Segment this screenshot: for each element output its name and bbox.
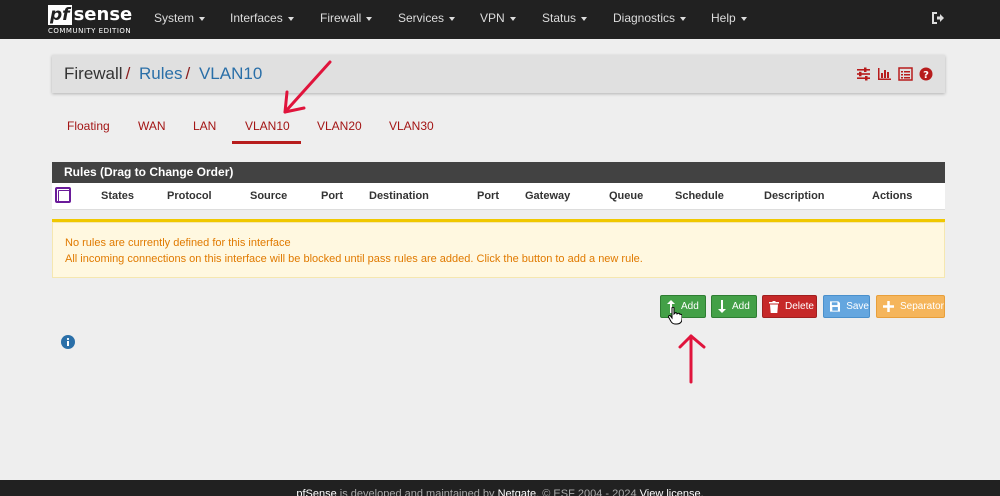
nav-diagnostics[interactable]: Diagnostics — [613, 11, 687, 25]
caret-down-icon — [581, 16, 588, 21]
sliders-icon[interactable] — [856, 67, 871, 81]
col-actions: Actions — [872, 190, 913, 202]
footer-text-1: is developed and maintained by — [336, 488, 498, 496]
breadcrumb: Firewall / Rules / VLAN10 — [64, 64, 262, 84]
footer-license-link[interactable]: View license. — [640, 488, 704, 496]
floppy-disk-icon — [830, 301, 841, 312]
logo-subtitle: COMMUNITY EDITION — [48, 27, 132, 35]
caret-down-icon — [199, 16, 206, 21]
caret-down-icon — [680, 16, 687, 21]
caret-down-icon — [509, 16, 516, 21]
arrow-down-icon — [718, 300, 726, 313]
delete-label: Delete — [785, 301, 814, 312]
select-all-checkbox[interactable] — [55, 187, 71, 203]
no-rules-warning: No rules are currently defined for this … — [52, 222, 945, 278]
breadcrumb-vlan10-link[interactable]: VLAN10 — [199, 64, 262, 83]
footer-netgate-link[interactable]: Netgate — [498, 488, 537, 496]
pfsense-logo[interactable]: pf sense COMMUNITY EDITION — [48, 4, 134, 36]
tab-wan[interactable]: WAN — [138, 119, 166, 133]
plus-icon — [883, 301, 894, 312]
col-source: Source — [250, 190, 288, 202]
rules-table-header: States Protocol Source Port Destination … — [52, 183, 945, 210]
rules-table-title: Rules (Drag to Change Order) — [52, 162, 945, 183]
breadcrumb-rules-link[interactable]: Rules — [139, 64, 182, 83]
col-port: Port — [321, 190, 343, 202]
top-navbar: pf sense COMMUNITY EDITION System Interf… — [0, 0, 1000, 39]
nav-status-label: Status — [542, 11, 577, 25]
caret-down-icon — [287, 16, 294, 21]
breadcrumb-panel: Firewall / Rules / VLAN10 ? — [52, 55, 945, 93]
col-protocol: Protocol — [167, 190, 212, 202]
tab-vlan20[interactable]: VLAN20 — [317, 119, 362, 133]
hand-pointer-cursor — [668, 307, 682, 325]
nav-services-label: Services — [398, 11, 445, 25]
nav-vpn-label: VPN — [480, 11, 505, 25]
annotation-arrow-up — [678, 334, 706, 384]
nav-interfaces-label: Interfaces — [230, 11, 283, 25]
col-queue: Queue — [609, 190, 644, 202]
warning-line-2: All incoming connections on this interfa… — [65, 253, 643, 265]
add-top-label: Add — [681, 301, 699, 312]
col-description: Description — [764, 190, 825, 202]
sign-out-icon[interactable] — [931, 11, 945, 25]
rules-table: Rules (Drag to Change Order) States Prot… — [52, 162, 945, 210]
footer-text-2: . © ESF 2004 - 2024 — [536, 488, 640, 496]
nav-diagnostics-label: Diagnostics — [613, 11, 676, 25]
separator-label: Separator — [900, 301, 944, 312]
nav-help-label: Help — [711, 11, 736, 25]
tab-lan[interactable]: LAN — [193, 119, 216, 133]
add-rule-bottom-button[interactable]: Add — [711, 295, 757, 318]
save-label: Save — [846, 301, 869, 312]
nav-system-label: System — [154, 11, 195, 25]
breadcrumb-separator: / — [185, 64, 191, 83]
bar-chart-icon[interactable] — [877, 67, 892, 81]
add-separator-button[interactable]: Separator — [876, 295, 945, 318]
tab-vlan30[interactable]: VLAN30 — [389, 119, 434, 133]
info-icon[interactable] — [61, 335, 75, 349]
tab-floating[interactable]: Floating — [67, 119, 110, 133]
footer: pfSense is developed and maintained by N… — [0, 480, 1000, 496]
add-rule-top-button[interactable]: Add — [660, 295, 706, 318]
caret-down-icon — [366, 16, 373, 21]
delete-button[interactable]: Delete — [762, 295, 817, 318]
page-actions: ? — [856, 67, 933, 81]
active-tab-indicator — [232, 141, 301, 144]
caret-down-icon — [740, 16, 747, 21]
annotation-arrow-down — [283, 60, 332, 114]
save-button[interactable]: Save — [823, 295, 870, 318]
caret-down-icon — [449, 16, 456, 21]
nav-system[interactable]: System — [154, 11, 206, 25]
trash-icon — [769, 300, 779, 313]
help-icon[interactable]: ? — [919, 67, 933, 81]
breadcrumb-separator: / — [125, 64, 131, 83]
col-destination: Destination — [369, 190, 429, 202]
nav-status[interactable]: Status — [542, 11, 588, 25]
nav-help[interactable]: Help — [711, 11, 747, 25]
warning-line-1: No rules are currently defined for this … — [65, 237, 291, 249]
col-schedule: Schedule — [675, 190, 724, 202]
nav-services[interactable]: Services — [398, 11, 456, 25]
col-states: States — [101, 190, 135, 202]
nav-firewall[interactable]: Firewall — [320, 11, 373, 25]
list-icon[interactable] — [898, 67, 913, 81]
nav-vpn[interactable]: VPN — [480, 11, 516, 25]
svg-text:?: ? — [923, 70, 929, 81]
col-gateway: Gateway — [525, 190, 571, 202]
footer-brand: pfSense — [296, 488, 337, 496]
logo-sense: sense — [73, 4, 133, 25]
nav-firewall-label: Firewall — [320, 11, 362, 25]
col-dest-port: Port — [477, 190, 499, 202]
nav-interfaces[interactable]: Interfaces — [230, 11, 294, 25]
add-bottom-label: Add — [732, 301, 750, 312]
logo-pf: pf — [48, 5, 72, 25]
breadcrumb-firewall: Firewall — [64, 64, 123, 83]
tab-vlan10[interactable]: VLAN10 — [245, 119, 290, 133]
